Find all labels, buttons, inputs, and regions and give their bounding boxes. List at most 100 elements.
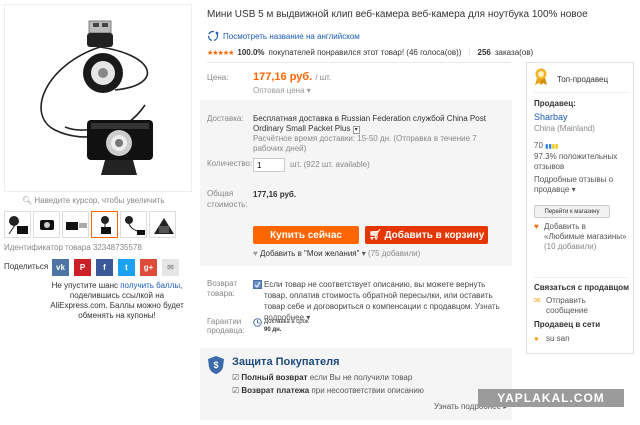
divider (534, 92, 628, 93)
returns-description: Если товар не соответствует описанию, вы… (264, 280, 493, 311)
get-points-link[interactable]: получить баллы (120, 281, 180, 290)
cart-icon: 🛒︎ (368, 229, 382, 241)
returns-label: Возврат товара: (207, 279, 237, 298)
quantity-label: Количество: (207, 159, 253, 168)
protection-item1-bold: Полный возврат (241, 373, 308, 382)
orders-label: заказа(ов) (494, 48, 534, 57)
seller-score: 70 ▮▮▮▮ (534, 141, 558, 152)
top-seller-badge: Топ-продавец (557, 75, 609, 84)
top-seller-medal-icon (534, 68, 548, 88)
seller-online-heading: Продавец в сети (534, 320, 601, 329)
seller-location: China (Mainland) (534, 124, 595, 133)
price-label: Цена: (207, 73, 229, 82)
send-message-link[interactable]: Отправить сообщение (546, 296, 626, 316)
price-value: 177,16 руб. (253, 71, 313, 83)
contact-seller-heading: Связаться с продавцом (534, 283, 629, 292)
buyer-protection-title: Защита Покупателя (232, 356, 340, 368)
clock-icon (253, 318, 262, 329)
thumbnail-2[interactable] (33, 211, 60, 238)
seller-score-value: 70 (534, 141, 543, 150)
translate-title-link[interactable]: Посмотреть название на английском (207, 30, 360, 42)
returns-text: Если товар не соответствует описанию, вы… (264, 279, 509, 323)
wholesale-price-toggle[interactable]: Оптовая цена ▾ (253, 86, 311, 95)
dropdown-icon[interactable]: ▾ (352, 126, 360, 134)
separator: | (468, 48, 471, 57)
translate-link-text: Посмотреть название на английском (223, 31, 360, 41)
vk-icon[interactable]: vk (52, 259, 69, 276)
add-fav-count: (10 добавили) (544, 242, 597, 251)
positive-feedback-text[interactable]: покупателей понравился этот товар! (46 г… (269, 48, 462, 57)
seller-positive-feedback: 97.3% положительных отзывов (534, 152, 624, 172)
chevron-down-icon: ▾ (361, 249, 366, 258)
protection-item-return: ☑ Возврат платежа при несоответствии опи… (232, 386, 424, 395)
add-to-cart-button[interactable]: 🛒︎ Добавить в корзину (365, 226, 488, 244)
seller-medal-icons-gold: ▮▮ (551, 144, 559, 150)
thumbnail-6[interactable] (149, 211, 176, 238)
go-to-store-button[interactable]: Перейти к магазину (534, 205, 610, 218)
star-rating-icon: ★★★★★ (207, 49, 234, 57)
wishlist-label: Добавить в "Мои желания" (259, 249, 360, 258)
chat-icon[interactable]: ● (534, 334, 539, 344)
shipping-method[interactable]: Бесплатная доставка в Russian Federation… (253, 114, 498, 134)
guarantee-line1: Доставка в срок (264, 319, 309, 325)
protection-item2-text: при несоответствии описанию (311, 386, 424, 395)
protection-item2-bold: Возврат платежа (241, 386, 310, 395)
shipping-label: Доставка: (207, 114, 244, 123)
twitter-icon[interactable]: t (118, 259, 135, 276)
total-label: Общая стоимость: (207, 189, 248, 209)
seller-detailed-feedback-link[interactable]: Подробные отзывы о продавце ▾ (534, 175, 626, 195)
quantity-available: шт. (922 шт. available) (290, 160, 370, 169)
protection-item-refund: ☑ Полный возврат если Вы не получили тов… (232, 373, 412, 382)
watermark: YAPLAKAL.COM (478, 389, 624, 407)
thumbnail-4[interactable] (91, 211, 118, 238)
price-unit: / шт. (315, 73, 332, 82)
seller-medal-icons: ▮▮ (545, 144, 552, 150)
seller-label: Продавец: (534, 99, 576, 108)
email-icon[interactable]: ✉ (162, 259, 179, 276)
add-to-wishlist[interactable]: ♥ Добавить в "Мои желания" ▾ (75 добавил… (253, 249, 420, 258)
thumbnail-strip (4, 211, 176, 238)
product-title: Мини USB 5 м выдвижной клип веб-камера в… (207, 9, 588, 20)
search-icon: 🔍︎ (22, 196, 33, 205)
translate-icon (207, 30, 219, 42)
guarantee-label: Гарантии продавца: (207, 317, 245, 335)
seller-positive-text: 97.3% положительных отзывов (534, 152, 618, 171)
price: 177,16 руб. / шт. (253, 71, 331, 83)
zoom-hint: 🔍︎ Наведите курсор, чтобы увеличить (22, 196, 165, 205)
divider (207, 62, 511, 63)
googleplus-icon[interactable]: g+ (140, 259, 157, 276)
heart-icon: ♥ (253, 249, 258, 258)
positive-percent: 100.0% (237, 48, 265, 57)
rating-row: ★★★★★ 100.0% покупателей понравился этот… (207, 48, 533, 57)
thumbnail-1[interactable] (4, 211, 31, 238)
checkbox-icon: ☑ (232, 386, 240, 395)
total-value: 177,16 руб. (253, 190, 297, 199)
orders-count: 256 (477, 48, 491, 57)
divider (534, 277, 628, 278)
heart-icon: ♥ (534, 222, 539, 231)
guarantee-text: Доставка в срок 90 дн. (264, 318, 309, 334)
thumbnail-5[interactable] (120, 211, 147, 238)
quantity-input[interactable] (253, 158, 285, 172)
thumbnail-3[interactable] (62, 211, 89, 238)
share-text-before: Не упустите шанс (51, 281, 118, 290)
add-to-cart-label: Добавить в корзину (384, 229, 485, 241)
zoom-hint-text: Наведите курсор, чтобы увеличить (34, 196, 165, 205)
share-buttons: vk P f t g+ ✉ (52, 259, 179, 276)
product-main-image[interactable] (4, 4, 192, 192)
wishlist-count: (75 добавили) (367, 249, 421, 258)
shield-icon: $ (207, 355, 225, 377)
shipping-time: Расчётное время доставки: 15-50 дн. (Отп… (253, 134, 477, 153)
seller-name-link[interactable]: Sharbay (534, 112, 568, 122)
add-to-favorite-stores[interactable]: Добавить в «Любимые магазины» (10 добави… (544, 222, 628, 252)
pinterest-icon[interactable]: P (74, 259, 91, 276)
share-label: Поделиться (4, 262, 49, 271)
protection-item1-text: если Вы не получили товар (309, 373, 413, 382)
shipping-method-text: Бесплатная доставка в Russian Federation… (253, 114, 486, 133)
guarantee-days: 90 дн. (264, 327, 282, 333)
product-id: Идентификатор товара 32348735578 (4, 243, 142, 252)
checkbox-icon: ☑ (232, 373, 240, 382)
facebook-icon[interactable]: f (96, 259, 113, 276)
online-user[interactable]: su san (546, 334, 570, 344)
buy-now-button[interactable]: Купить сейчас (253, 226, 359, 244)
